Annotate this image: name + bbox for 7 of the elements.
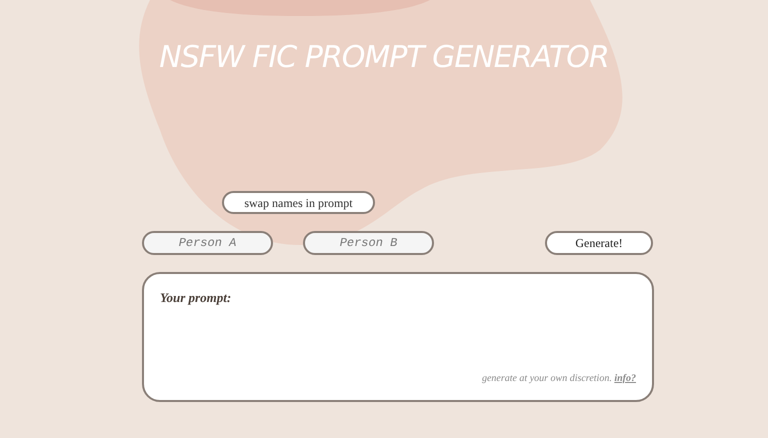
swap-names-button[interactable]: swap names in prompt [222,191,375,214]
name-field[interactable]: Person A [142,231,273,255]
page-title: NSFW FIC PROMPT GENERATOR [159,39,609,77]
generate-button[interactable]: Generate! [545,231,653,255]
name-field[interactable]: Person B [303,231,434,255]
disclaimer-text: generate at your own discretion. info? [482,372,636,386]
prompt-label: Your prompt: [160,289,232,307]
